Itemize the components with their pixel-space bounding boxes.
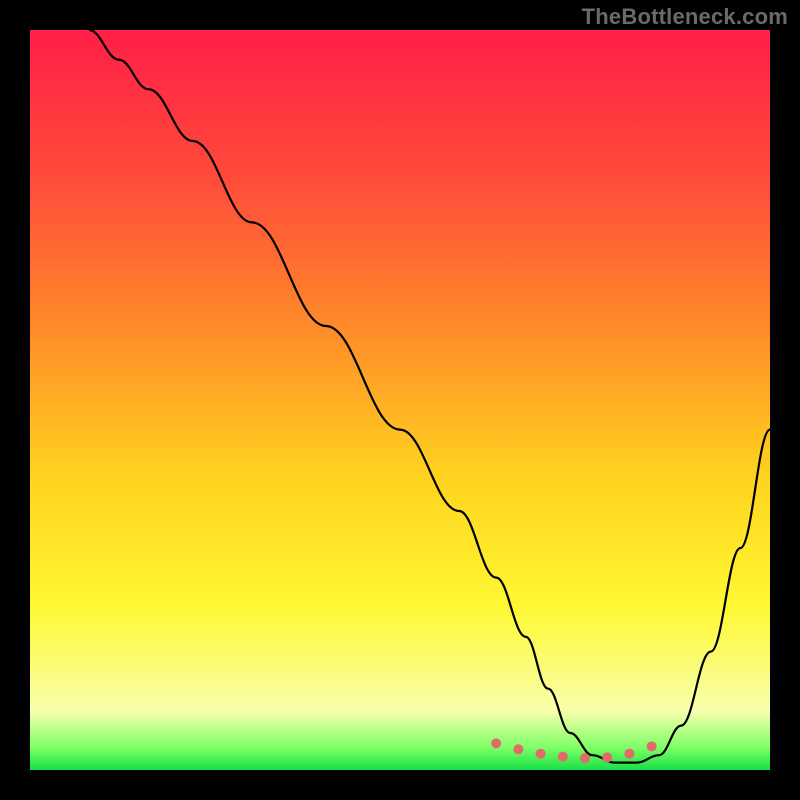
chart-frame: TheBottleneck.com bbox=[0, 0, 800, 800]
watermark-text: TheBottleneck.com bbox=[582, 4, 788, 30]
gradient-rect bbox=[30, 30, 770, 770]
plot-svg bbox=[30, 30, 770, 770]
plot-area bbox=[30, 30, 770, 770]
